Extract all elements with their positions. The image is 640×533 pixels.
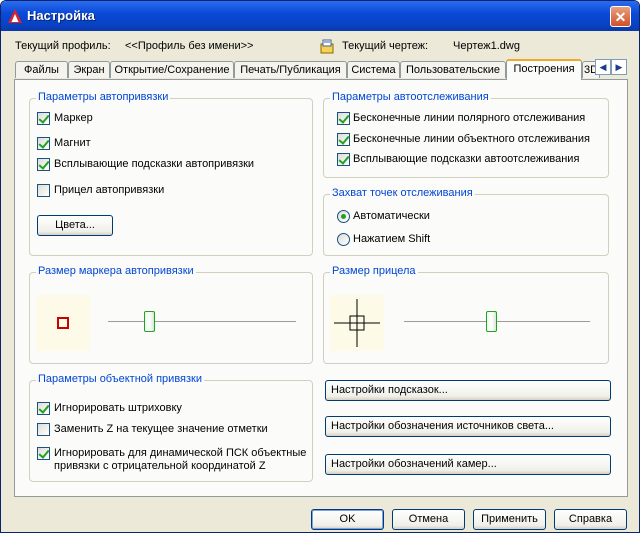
tooltip-appearance-button[interactable]: Настройки подсказок... — [325, 380, 611, 401]
ignore-negative-z-label-line2: привязки с отрицательной координатой Z — [54, 460, 266, 472]
autosnap-tooltip-checkbox[interactable] — [37, 158, 50, 171]
magnet-checkbox[interactable] — [37, 137, 50, 150]
chevron-left-icon: ◀ — [599, 62, 607, 72]
chevron-right-icon: ▶ — [615, 62, 623, 72]
polar-tracking-vector-label: Бесконечные линии полярного отслеживания — [353, 112, 586, 124]
current-drawing-label: Текущий чертеж: — [342, 40, 429, 52]
current-drawing-value: Чертеж1.dwg — [453, 40, 520, 52]
tab-strip: Файлы Экран Открытие/Сохранение Печать/П… — [14, 59, 628, 80]
aperture-size-slider-track[interactable] — [404, 321, 590, 325]
cameras-glyph-settings-button[interactable]: Настройки обозначений камер... — [325, 454, 611, 475]
marker-size-preview — [36, 295, 90, 351]
autosnap-settings-group: Параметры автопривязки Маркер Магнит Всп… — [29, 91, 313, 256]
autotrack-settings-group: Параметры автоотслеживания Бесконечные л… — [323, 91, 609, 178]
ok-button[interactable]: OK — [311, 509, 384, 530]
tab-user-preferences[interactable]: Пользовательские — [400, 61, 506, 78]
marker-square-icon — [57, 317, 69, 329]
lights-glyph-settings-button[interactable]: Настройки обозначения источников света..… — [325, 416, 611, 437]
tab-system[interactable]: Система — [347, 61, 400, 78]
automatic-radio[interactable] — [337, 210, 350, 223]
marker-size-slider-track[interactable] — [108, 321, 296, 325]
current-profile-label: Текущий профиль: — [15, 40, 111, 52]
marker-size-slider-thumb[interactable] — [144, 311, 155, 332]
aperture-box-checkbox[interactable] — [37, 184, 50, 197]
drafting-panel: Параметры автопривязки Маркер Магнит Всп… — [14, 79, 628, 497]
autocad-logo-icon — [8, 9, 22, 23]
apply-button[interactable]: Применить — [473, 509, 546, 530]
tab-scroll-left-button[interactable]: ◀ — [595, 59, 611, 75]
autotrack-settings-title: Параметры автоотслеживания — [330, 91, 491, 103]
tab-files[interactable]: Файлы — [15, 61, 68, 78]
replace-z-label: Заменить Z на текущее значение отметки — [54, 423, 268, 435]
tab-drafting[interactable]: Построения — [506, 59, 582, 80]
ignore-hatch-label: Игнорировать штриховку — [54, 402, 182, 414]
colors-button[interactable]: Цвета... — [37, 215, 113, 236]
point-acquisition-title: Захват точек отслеживания — [330, 187, 475, 199]
ignore-negative-z-checkbox[interactable] — [37, 447, 50, 460]
drawing-icon — [320, 39, 334, 54]
window-title: Настройка — [27, 8, 95, 23]
aperture-size-slider-thumb[interactable] — [486, 311, 497, 332]
automatic-label: Автоматически — [353, 210, 430, 222]
shift-to-acquire-radio[interactable] — [337, 233, 350, 246]
point-acquisition-group: Захват точек отслеживания Автоматически … — [323, 187, 609, 256]
marker-size-title: Размер маркера автопривязки — [36, 265, 196, 277]
autotrack-tooltip-label: Всплывающие подсказки автоотслеживания — [353, 153, 580, 165]
autosnap-settings-title: Параметры автопривязки — [36, 91, 171, 103]
help-button[interactable]: Справка — [554, 509, 627, 530]
close-button[interactable]: ✕ — [610, 6, 631, 27]
autotrack-tooltip-checkbox[interactable] — [337, 153, 350, 166]
magnet-label: Магнит — [54, 137, 91, 149]
osnap-options-title: Параметры объектной привязки — [36, 373, 205, 385]
tab-plot-publish[interactable]: Печать/Публикация — [234, 61, 347, 78]
marker-label: Маркер — [54, 112, 93, 124]
options-dialog: Настройка ✕ Текущий профиль: <<Профиль б… — [0, 0, 640, 533]
ignore-hatch-checkbox[interactable] — [37, 402, 50, 415]
aperture-size-title: Размер прицела — [330, 265, 418, 277]
tab-display[interactable]: Экран — [68, 61, 110, 78]
replace-z-checkbox[interactable] — [37, 423, 50, 436]
cancel-button[interactable]: Отмена — [392, 509, 465, 530]
polar-tracking-vector-checkbox[interactable] — [337, 112, 350, 125]
shift-to-acquire-label: Нажатием Shift — [353, 233, 431, 245]
marker-size-group: Размер маркера автопривязки — [29, 265, 313, 364]
object-tracking-vector-checkbox[interactable] — [337, 133, 350, 146]
marker-checkbox[interactable] — [37, 112, 50, 125]
current-profile-value: <<Профиль без имени>> — [125, 40, 254, 52]
tab-scroll-right-button[interactable]: ▶ — [611, 59, 627, 75]
osnap-options-group: Параметры объектной привязки Игнорироват… — [29, 373, 313, 482]
object-tracking-vector-label: Бесконечные линии объектного отслеживани… — [353, 133, 590, 145]
aperture-size-preview — [330, 295, 384, 351]
ignore-negative-z-label-line1: Игнорировать для динамической ПСК объект… — [54, 447, 307, 459]
aperture-size-group: Размер прицела — [323, 265, 609, 364]
aperture-box-label: Прицел автопривязки — [54, 184, 165, 196]
crosshair-aperture-icon — [334, 299, 380, 347]
tab-open-save[interactable]: Открытие/Сохранение — [110, 61, 234, 78]
autosnap-tooltip-label: Всплывающие подсказки автопривязки — [54, 158, 255, 170]
title-bar[interactable]: Настройка ✕ — [1, 1, 639, 31]
